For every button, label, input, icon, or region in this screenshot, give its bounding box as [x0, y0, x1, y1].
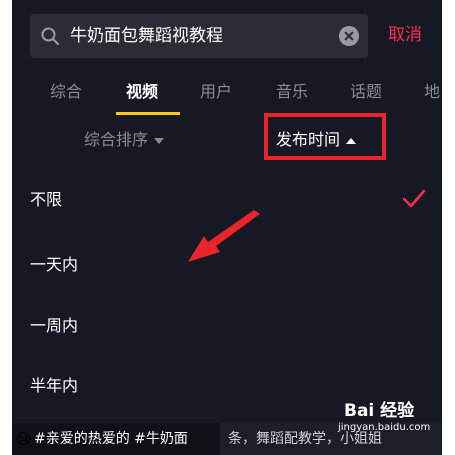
search-icon — [41, 27, 59, 45]
time-option-any[interactable]: 不限 — [30, 188, 62, 212]
emoji-face-icon: 😢 — [16, 430, 32, 448]
tab-video[interactable]: 视频 — [126, 80, 158, 104]
cancel-button[interactable]: 取消 — [388, 22, 422, 48]
search-input[interactable]: 牛奶面包舞蹈视教程 — [30, 14, 368, 58]
search-query: 牛奶面包舞蹈视教程 — [70, 26, 223, 46]
tab-users[interactable]: 用户 — [200, 80, 232, 104]
time-option-one-week[interactable]: 一周内 — [30, 314, 78, 338]
filter-bar: 综合排序 发布时间 — [12, 113, 442, 168]
caret-down-icon — [154, 137, 165, 144]
watermark-url: jingyan.baidu.com — [338, 422, 431, 433]
annotation-arrow-icon — [188, 210, 260, 262]
caret-up-icon — [346, 137, 357, 144]
sort-filter-button[interactable]: 综合排序 — [84, 128, 165, 152]
search-results-screen: 牛奶面包舞蹈视教程 取消 综合 视频 用户 音乐 话题 地 综合排序 发布时间 … — [12, 0, 442, 455]
caption-left-text: #亲爱的热爱的 #牛奶面 — [34, 431, 188, 447]
time-option-half-year[interactable]: 半年内 — [30, 374, 78, 398]
tab-topics[interactable]: 话题 — [350, 80, 382, 104]
publish-time-label: 发布时间 — [276, 130, 341, 149]
baidu-jingyan-watermark: Bai 经验 jingyan.baidu.com — [326, 390, 436, 440]
tab-location[interactable]: 地 — [424, 80, 440, 104]
time-option-one-day[interactable]: 一天内 — [30, 253, 78, 277]
sort-filter-label: 综合排序 — [84, 130, 149, 149]
tab-comprehensive[interactable]: 综合 — [50, 80, 82, 104]
watermark-brand: Bai 经验 — [344, 401, 415, 421]
publish-time-filter-button[interactable]: 发布时间 — [276, 128, 357, 152]
result-tabs: 综合 视频 用户 音乐 话题 地 — [12, 74, 442, 115]
tab-music[interactable]: 音乐 — [276, 80, 308, 104]
check-icon — [402, 189, 426, 208]
active-tab-indicator — [116, 112, 180, 115]
clear-icon[interactable] — [339, 26, 359, 46]
